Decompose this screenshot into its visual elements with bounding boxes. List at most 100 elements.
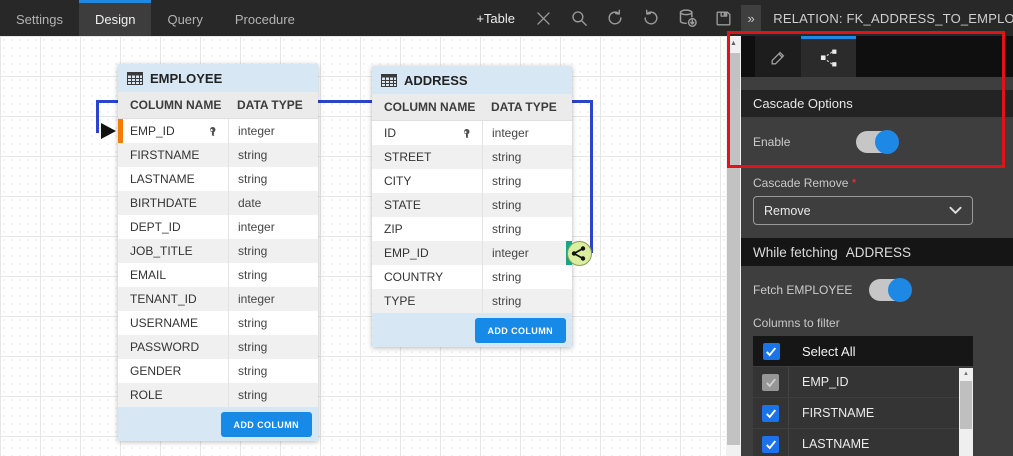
- column-name: PASSWORD: [118, 335, 228, 359]
- fetch-employee-toggle[interactable]: [869, 279, 911, 301]
- table-row[interactable]: ZIP string: [372, 217, 572, 241]
- panel-tabbar: [741, 36, 1013, 77]
- column-name: ZIP: [372, 217, 482, 241]
- table-row[interactable]: LASTNAME string: [118, 167, 318, 191]
- data-type: string: [228, 383, 318, 407]
- filter-column-label: FIRSTNAME: [789, 406, 874, 420]
- table-row[interactable]: PASSWORD string: [118, 335, 318, 359]
- data-type: string: [482, 169, 572, 193]
- column-name: ID: [384, 126, 396, 140]
- cascade-options-header: Cascade Options: [741, 90, 1013, 117]
- enable-toggle[interactable]: [856, 131, 898, 153]
- enable-label: Enable: [753, 135, 856, 149]
- data-type: string: [482, 217, 572, 241]
- table-row[interactable]: STATE string: [372, 193, 572, 217]
- select-all-label: Select All: [789, 344, 855, 359]
- column-name: DEPT_ID: [118, 215, 228, 239]
- enable-row: Enable: [741, 117, 1013, 166]
- required-asterisk: *: [852, 176, 857, 190]
- add-column-button[interactable]: ADD COLUMN: [475, 318, 567, 343]
- canvas-scrollbar[interactable]: ▲: [726, 36, 741, 456]
- tab-relation[interactable]: [801, 36, 856, 77]
- tab-design[interactable]: Design: [79, 0, 151, 36]
- key-icon: [207, 124, 220, 140]
- toolbar-actions: +Table » RELATION: FK_ADDRESS_TO_EMPLOY: [466, 0, 1013, 36]
- collapse-panel-icon[interactable]: »: [741, 5, 761, 31]
- add-column-button[interactable]: ADD COLUMN: [221, 412, 313, 437]
- tab-procedure[interactable]: Procedure: [219, 0, 311, 36]
- table-row[interactable]: STREET string: [372, 145, 572, 169]
- refresh-icon[interactable]: [597, 0, 633, 36]
- filter-column-label: EMP_ID: [789, 375, 849, 389]
- table-grid-icon: [127, 72, 143, 85]
- column-name: FIRSTNAME: [118, 143, 228, 167]
- table-row[interactable]: EMP_ID integer: [372, 241, 572, 265]
- data-type: integer: [482, 241, 572, 265]
- search-icon[interactable]: [561, 0, 597, 36]
- table-row[interactable]: COUNTRY string: [372, 265, 572, 289]
- export-db-icon[interactable]: [669, 0, 705, 36]
- data-type-header: DATA TYPE: [228, 92, 318, 118]
- select-all-row[interactable]: Select All: [753, 336, 973, 367]
- entity-table-employee[interactable]: EMPLOYEE COLUMN NAME DATA TYPE EMP_ID in…: [118, 64, 318, 441]
- diagram-canvas[interactable]: EMPLOYEE COLUMN NAME DATA TYPE EMP_ID in…: [0, 36, 726, 456]
- emp-id-checkbox: [762, 374, 779, 391]
- column-name: BIRTHDATE: [118, 191, 228, 215]
- table-row[interactable]: CITY string: [372, 169, 572, 193]
- tab-query[interactable]: Query: [151, 0, 218, 36]
- data-type: string: [482, 145, 572, 169]
- table-name: EMPLOYEE: [150, 71, 222, 86]
- address-table-header[interactable]: ADDRESS: [372, 66, 572, 94]
- lastname-checkbox[interactable]: [762, 436, 779, 453]
- column-name: USERNAME: [118, 311, 228, 335]
- table-row[interactable]: FIRSTNAME string: [118, 143, 318, 167]
- column-name: JOB_TITLE: [118, 239, 228, 263]
- table-row[interactable]: BIRTHDATE date: [118, 191, 318, 215]
- save-icon[interactable]: [705, 0, 741, 36]
- data-type: string: [228, 167, 318, 191]
- table-row[interactable]: USERNAME string: [118, 311, 318, 335]
- column-name: STREET: [372, 145, 482, 169]
- filter-column-row[interactable]: EMP_ID: [753, 367, 973, 398]
- select-all-checkbox[interactable]: [763, 343, 780, 360]
- while-fetching-header: While fetchingADDRESS: [741, 238, 1013, 266]
- columns-to-filter-label: Columns to filter: [753, 316, 1001, 330]
- scrollbar-thumb[interactable]: [727, 53, 740, 445]
- scroll-up-icon[interactable]: ▲: [726, 36, 741, 51]
- relation-line-vertical-left: [96, 100, 99, 133]
- table-row[interactable]: TENANT_ID integer: [118, 287, 318, 311]
- relation-icon: [818, 47, 840, 69]
- data-type: integer: [228, 215, 318, 239]
- table-row[interactable]: DEPT_ID integer: [118, 215, 318, 239]
- scroll-up-icon[interactable]: ▲: [959, 368, 973, 380]
- table-row[interactable]: ID integer: [372, 121, 572, 145]
- key-icon: [461, 126, 474, 142]
- scrollbar-thumb[interactable]: [960, 381, 972, 429]
- column-name: EMAIL: [118, 263, 228, 287]
- filter-column-row[interactable]: FIRSTNAME: [753, 398, 973, 429]
- add-table-button[interactable]: +Table: [466, 11, 525, 26]
- table-row[interactable]: TYPE string: [372, 289, 572, 313]
- list-scrollbar[interactable]: ▲: [959, 368, 973, 456]
- top-toolbar: Settings Design Query Procedure +Table: [0, 0, 1013, 36]
- employee-table-header[interactable]: EMPLOYEE: [118, 64, 318, 92]
- data-type: string: [228, 239, 318, 263]
- relation-properties-panel: Cascade Options Enable Cascade Remove * …: [741, 36, 1013, 456]
- table-row[interactable]: GENDER string: [118, 359, 318, 383]
- tab-edit[interactable]: [755, 36, 801, 77]
- tab-settings[interactable]: Settings: [0, 0, 79, 36]
- table-row[interactable]: JOB_TITLE string: [118, 239, 318, 263]
- redo-icon[interactable]: [633, 0, 669, 36]
- filter-column-row[interactable]: LASTNAME: [753, 429, 973, 456]
- table-row[interactable]: EMAIL string: [118, 263, 318, 287]
- table-row[interactable]: EMP_ID integer: [118, 119, 318, 143]
- entity-table-address[interactable]: ADDRESS COLUMN NAME DATA TYPE ID integer…: [372, 66, 572, 347]
- column-name: EMP_ID: [130, 124, 175, 138]
- table-row[interactable]: ROLE string: [118, 383, 318, 407]
- close-icon[interactable]: [525, 0, 561, 36]
- relation-node-icon[interactable]: [566, 240, 593, 272]
- cascade-remove-select[interactable]: Remove: [753, 196, 973, 225]
- table-grid-icon: [381, 74, 397, 87]
- data-type: string: [482, 289, 572, 313]
- firstname-checkbox[interactable]: [762, 405, 779, 422]
